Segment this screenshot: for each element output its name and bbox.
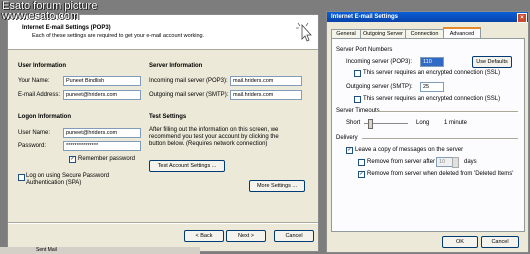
spa-checkbox[interactable] — [18, 174, 25, 181]
your-name-label: Your Name: — [18, 78, 50, 84]
long-label: Long — [416, 120, 430, 126]
remove-deleted-label: Remove from server when deleted from 'De… — [367, 171, 514, 177]
short-label: Short — [346, 120, 361, 126]
cursor-icon — [296, 22, 312, 42]
dialog-cancel-button[interactable]: Cancel — [481, 236, 519, 248]
back-button[interactable]: < Back — [184, 230, 224, 242]
taskbar-strip: Sent Mail — [0, 247, 200, 254]
outgoing-ssl-label: This server requires an encrypted connec… — [363, 96, 501, 102]
wizard-divider — [8, 222, 318, 224]
remove-after-label: Remove from server after — [367, 159, 436, 165]
advanced-dialog: Internet E-mail Settings × General Outgo… — [326, 11, 529, 253]
test-settings-description: After filling out the information on thi… — [149, 127, 279, 147]
incoming-port-field[interactable]: 110 — [420, 57, 444, 67]
incoming-server-label: Incoming mail server (POP3): — [149, 78, 228, 84]
server-info-heading: Server Information — [149, 63, 203, 69]
spa-label: Log on using Secure Password Authenticat… — [26, 173, 110, 186]
timeout-slider-thumb[interactable] — [368, 119, 373, 129]
server-timeouts-heading: Server Timeouts — [336, 108, 380, 114]
password-label: Password: — [18, 143, 47, 149]
user-info-heading: User Information — [18, 63, 67, 69]
wizard-window: Internet E-mail Settings (POP3) Each of … — [7, 14, 319, 252]
test-settings-heading: Test Settings — [149, 114, 187, 120]
remember-password-checkbox[interactable]: ✓ — [69, 156, 76, 163]
tab-panel: Server Port Numbers Incoming server (POP… — [331, 38, 525, 232]
delivery-divider — [362, 138, 518, 140]
days-spinner[interactable] — [452, 157, 459, 168]
delivery-heading: Delivery — [336, 135, 358, 141]
timeout-value: 1 minute — [444, 120, 468, 126]
logon-info-heading: Logon Information — [18, 114, 71, 120]
next-button[interactable]: Next > — [226, 230, 266, 242]
password-field[interactable]: *************** — [63, 141, 141, 151]
email-address-label: E-mail Address: — [18, 92, 61, 98]
cancel-button[interactable]: Cancel — [274, 230, 314, 242]
email-address-field[interactable]: puneet@hriders.com — [63, 90, 141, 100]
incoming-ssl-label: This server requires an encrypted connec… — [363, 70, 501, 76]
user-name-label: User Name: — [18, 130, 51, 136]
your-name-field[interactable]: Puneet Bindlish — [63, 76, 141, 86]
outgoing-port-field[interactable]: 25 — [420, 82, 444, 92]
server-port-heading: Server Port Numbers — [336, 47, 393, 53]
incoming-server-field[interactable]: mail.hriders.com — [230, 76, 302, 86]
sent-mail-item[interactable]: Sent Mail — [36, 247, 57, 254]
ok-button[interactable]: OK — [442, 236, 478, 248]
wizard-header-title: Internet E-mail Settings (POP3) — [22, 25, 111, 31]
outgoing-ssl-checkbox[interactable] — [354, 96, 361, 103]
incoming-ssl-checkbox[interactable] — [354, 70, 361, 77]
more-settings-button[interactable]: More Settings ... — [249, 180, 305, 192]
timeouts-divider — [376, 111, 518, 113]
days-label: days — [464, 159, 477, 165]
outgoing-server-field[interactable]: mail.hriders.com — [230, 90, 302, 100]
leave-copy-checkbox[interactable]: ✓ — [346, 147, 353, 154]
user-name-field[interactable]: puneet@hriders.com — [63, 128, 141, 138]
remove-after-checkbox[interactable] — [358, 159, 365, 166]
close-icon[interactable]: × — [517, 13, 527, 23]
dialog-titlebar: Internet E-mail Settings — [327, 12, 528, 22]
use-defaults-button[interactable]: Use Defaults — [472, 56, 512, 68]
leave-copy-label: Leave a copy of messages on the server — [355, 147, 464, 153]
remember-password-label: Remember password — [78, 156, 136, 162]
test-account-settings-button[interactable]: Test Account Settings ... — [149, 160, 225, 172]
wizard-header-subtitle: Each of these settings are required to g… — [32, 33, 205, 39]
remove-deleted-checkbox[interactable]: ✓ — [358, 171, 365, 178]
watermark-line2: www.esato.com — [2, 10, 80, 22]
outgoing-server-label: Outgoing mail server (SMTP): — [149, 92, 229, 98]
incoming-port-label: Incoming server (POP3): — [346, 59, 413, 65]
outgoing-port-label: Outgoing server (SMTP): — [346, 84, 413, 90]
